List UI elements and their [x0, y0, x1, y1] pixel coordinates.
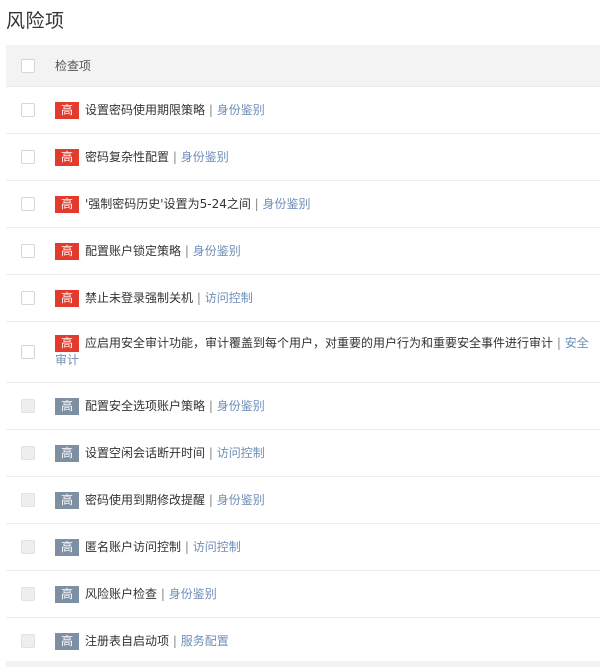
row-category: 服务配置: [180, 634, 229, 648]
header-label-check-item: 检查项: [55, 59, 92, 73]
row-text: 配置安全选项账户策略: [85, 399, 206, 413]
row-category: 访问控制: [216, 446, 265, 460]
row-content: 高注册表自启动项 | 服务配置: [55, 633, 592, 650]
select-all-checkbox[interactable]: [21, 59, 35, 73]
table-row: 高密码复杂性配置 | 身份鉴别: [6, 134, 600, 181]
table-row: 高配置安全选项账户策略 | 身份鉴别: [6, 383, 600, 430]
risk-items-table: 检查项 高设置密码使用期限策略 | 身份鉴别 高密码复杂性配置 | 身份鉴别 高…: [6, 45, 600, 665]
row-category: 身份鉴别: [168, 587, 217, 601]
table-row: 高应启用安全审计功能，审计覆盖到每个用户，对重要的用户行为和重要安全事件进行审计…: [6, 322, 600, 383]
level-badge-high-muted: 高: [55, 586, 79, 603]
row-content: 高密码使用到期修改提醒 | 身份鉴别: [55, 492, 592, 509]
row-separator: |: [193, 291, 205, 305]
row-text: 匿名账户访问控制: [85, 540, 182, 554]
row-content: 高密码复杂性配置 | 身份鉴别: [55, 149, 592, 166]
table-row: 高设置空闲会话断开时间 | 访问控制: [6, 430, 600, 477]
level-badge-high: 高: [55, 149, 79, 166]
row-content: 高设置空闲会话断开时间 | 访问控制: [55, 445, 592, 462]
table-footer-strip: [6, 661, 600, 667]
table-row: 高配置账户锁定策略 | 身份鉴别: [6, 228, 600, 275]
row-checkbox[interactable]: [21, 150, 35, 164]
row-checkbox[interactable]: [21, 103, 35, 117]
row-text: 风险账户检查: [85, 587, 158, 601]
level-badge-high-muted: 高: [55, 539, 79, 556]
row-separator: |: [205, 446, 217, 460]
row-separator: |: [205, 493, 217, 507]
row-text: 设置空闲会话断开时间: [85, 446, 206, 460]
row-content: 高设置密码使用期限策略 | 身份鉴别: [55, 102, 592, 119]
table-header: 检查项: [6, 45, 600, 87]
level-badge-high: 高: [55, 335, 79, 352]
row-separator: |: [169, 150, 181, 164]
row-checkbox[interactable]: [21, 345, 35, 359]
level-badge-high: 高: [55, 243, 79, 260]
row-category: 身份鉴别: [216, 493, 265, 507]
table-row: 高设置密码使用期限策略 | 身份鉴别: [6, 87, 600, 134]
row-separator: |: [205, 399, 217, 413]
row-checkbox-disabled: [21, 634, 35, 648]
row-checkbox[interactable]: [21, 291, 35, 305]
table-row: 高注册表自启动项 | 服务配置: [6, 618, 600, 665]
level-badge-high: 高: [55, 290, 79, 307]
row-checkbox[interactable]: [21, 244, 35, 258]
table-row: 高密码使用到期修改提醒 | 身份鉴别: [6, 477, 600, 524]
row-checkbox-disabled: [21, 446, 35, 460]
row-separator: |: [181, 540, 193, 554]
row-category: 身份鉴别: [216, 103, 265, 117]
row-category: 身份鉴别: [216, 399, 265, 413]
table-row: 高 '强制密码历史'设置为5-24之间 | 身份鉴别: [6, 181, 600, 228]
row-content: 高禁止未登录强制关机 | 访问控制: [55, 290, 592, 307]
row-text: 应启用安全审计功能，审计覆盖到每个用户，对重要的用户行为和重要安全事件进行审计: [85, 336, 554, 350]
row-separator: |: [169, 634, 181, 648]
row-content: 高匿名账户访问控制 | 访问控制: [55, 539, 592, 556]
row-separator: |: [553, 336, 565, 350]
row-text: 注册表自启动项: [85, 634, 170, 648]
level-badge-high-muted: 高: [55, 398, 79, 415]
table-row: 高匿名账户访问控制 | 访问控制: [6, 524, 600, 571]
row-separator: |: [250, 197, 263, 211]
row-content: 高 '强制密码历史'设置为5-24之间 | 身份鉴别: [55, 196, 592, 213]
row-text: 配置账户锁定策略: [85, 244, 182, 258]
table-row: 高风险账户检查 | 身份鉴别: [6, 571, 600, 618]
level-badge-high-muted: 高: [55, 492, 79, 509]
row-text: 密码使用到期修改提醒: [85, 493, 206, 507]
row-content: 高应启用安全审计功能，审计覆盖到每个用户，对重要的用户行为和重要安全事件进行审计…: [55, 335, 592, 369]
row-separator: |: [157, 587, 169, 601]
row-separator: |: [205, 103, 217, 117]
row-text: 设置密码使用期限策略: [85, 103, 206, 117]
row-category: 访问控制: [192, 540, 241, 554]
row-content: 高配置账户锁定策略 | 身份鉴别: [55, 243, 592, 260]
row-category: 身份鉴别: [192, 244, 241, 258]
level-badge-high: 高: [55, 196, 79, 213]
row-category: 访问控制: [204, 291, 253, 305]
row-checkbox-disabled: [21, 399, 35, 413]
row-separator: |: [181, 244, 193, 258]
row-checkbox-disabled: [21, 587, 35, 601]
row-text: 禁止未登录强制关机: [85, 291, 194, 305]
table-row: 高禁止未登录强制关机 | 访问控制: [6, 275, 600, 322]
level-badge-high: 高: [55, 102, 79, 119]
row-category: 身份鉴别: [262, 197, 311, 211]
level-badge-high-muted: 高: [55, 633, 79, 650]
row-category: 身份鉴别: [180, 150, 229, 164]
row-checkbox[interactable]: [21, 197, 35, 211]
row-content: 高风险账户检查 | 身份鉴别: [55, 586, 592, 603]
level-badge-high-muted: 高: [55, 445, 79, 462]
row-text: 密码复杂性配置: [85, 150, 170, 164]
row-checkbox-disabled: [21, 540, 35, 554]
row-checkbox-disabled: [21, 493, 35, 507]
page-title: 风险项: [6, 10, 65, 32]
row-content: 高配置安全选项账户策略 | 身份鉴别: [55, 398, 592, 415]
row-text: '强制密码历史'设置为5-24之间: [85, 197, 251, 211]
